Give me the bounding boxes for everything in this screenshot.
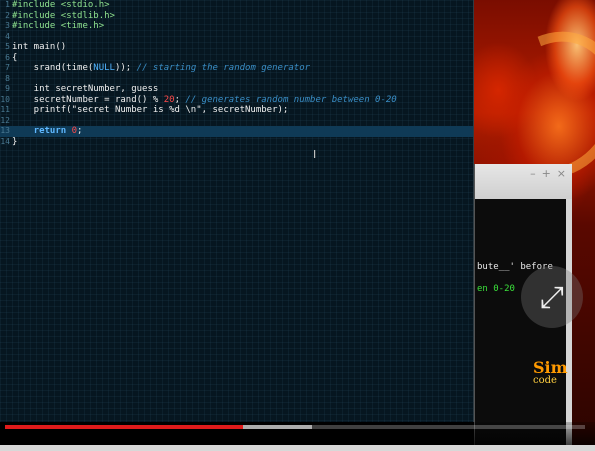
code-text: secretNumber = rand() % 20; // generates… — [12, 95, 397, 106]
code-line[interactable]: 11 printf("secret Number is %d \n", secr… — [0, 105, 473, 116]
video-played — [5, 425, 243, 429]
code-line[interactable]: 10 secretNumber = rand() % 20; // genera… — [0, 95, 473, 106]
video-progress-bar[interactable] — [5, 425, 585, 429]
code-line[interactable]: 13 return 0; — [0, 126, 473, 137]
code-text: int main() — [12, 42, 66, 53]
maximize-icon[interactable]: + — [542, 167, 551, 180]
code-token: NULL — [93, 63, 115, 73]
code-token: 20 — [163, 94, 175, 105]
code-token: srand(time( — [12, 63, 94, 73]
code-token: int main() — [12, 42, 67, 52]
terminal-scrollbar[interactable] — [566, 199, 572, 451]
code-text: srand(time(NULL)); // starting the rando… — [12, 63, 310, 74]
code-line[interactable]: 5 int main() — [0, 42, 473, 53]
code-line[interactable]: 12 — [0, 116, 473, 127]
code-token: ; — [77, 126, 83, 136]
code-text: #include <time.h> — [12, 21, 104, 32]
code-token: ; — [174, 94, 186, 105]
code-token: #include — [12, 10, 56, 21]
code-line[interactable]: 3 #include <time.h> — [0, 21, 473, 32]
code-token: <stdlib.h> — [55, 10, 115, 21]
code-line[interactable]: 4 — [0, 32, 473, 43]
line-number: 11 — [0, 105, 10, 114]
line-number: 14 — [0, 136, 10, 146]
code-token: return — [12, 126, 72, 136]
line-number: 10 — [0, 94, 10, 104]
text-cursor-icon: I — [313, 148, 317, 161]
code-line[interactable]: 9 int secretNumber, guess — [0, 84, 473, 95]
line-number: 8 — [5, 73, 10, 83]
terminal-window-buttons: – + × — [530, 167, 566, 180]
code-token: secretNumber = rand() % — [12, 94, 164, 105]
code-token: <time.h> — [55, 21, 105, 31]
code-token: int secretNumber, guess — [12, 84, 159, 94]
code-editor[interactable]: 1 #include <stdio.h> 2 #include <stdlib.h> 3… — [0, 0, 474, 422]
line-number: 6 — [5, 52, 10, 62]
code-line[interactable]: 7 srand(time(NULL)); // starting the ran… — [0, 63, 473, 74]
player-control-strip[interactable] — [0, 445, 595, 451]
code-token: )); — [114, 63, 137, 73]
code-token: printf("secret Number is %d \n", secretN… — [12, 105, 289, 115]
logo-text-bottom: code — [533, 375, 557, 386]
terminal-output-line: en 0-20 — [477, 284, 515, 294]
code-text: #include <stdio.h> — [12, 0, 110, 11]
line-number: 5 — [5, 42, 10, 51]
code-text: int secretNumber, guess — [12, 84, 159, 95]
line-number: 13 — [0, 126, 10, 135]
pip-glyph: ⤢ — [540, 279, 564, 315]
code-text: } — [12, 137, 17, 148]
code-token: } — [12, 136, 18, 147]
line-number: 4 — [5, 31, 10, 41]
code-token: { — [12, 52, 18, 63]
code-line[interactable]: 8 — [0, 74, 473, 85]
picture-in-picture-icon[interactable]: ⤢ — [521, 266, 583, 328]
line-number: 9 — [5, 84, 10, 93]
close-icon[interactable]: × — [557, 167, 566, 180]
code-line[interactable]: 6{ — [0, 53, 473, 64]
code-area[interactable]: 1 #include <stdio.h> 2 #include <stdlib.h> 3… — [0, 0, 473, 147]
code-token: #include — [12, 21, 56, 31]
code-line[interactable]: 14} — [0, 137, 473, 148]
terminal-titlebar[interactable]: – + × — [475, 164, 572, 199]
code-text: { — [12, 53, 17, 64]
code-text: printf("secret Number is %d \n", secretN… — [12, 105, 289, 116]
code-line[interactable]: 2 #include <stdlib.h> — [0, 11, 473, 22]
code-text: return 0; — [12, 126, 83, 137]
code-text: #include <stdlib.h> — [12, 11, 115, 22]
channel-logo: Sim code — [533, 360, 579, 404]
code-token: #include — [12, 0, 56, 10]
code-token: <stdio.h> — [55, 0, 110, 10]
logo-text-top: Sim — [533, 358, 568, 377]
line-number: 12 — [0, 115, 10, 125]
minimize-icon[interactable]: – — [530, 167, 536, 180]
line-number: 3 — [5, 21, 10, 30]
line-number: 2 — [5, 10, 10, 20]
code-token: // starting the random generator — [136, 63, 311, 73]
line-number: 1 — [5, 0, 10, 9]
line-number: 7 — [5, 63, 10, 72]
code-token: // generates random number between 0-20 — [185, 94, 397, 105]
code-line[interactable]: 1 #include <stdio.h> — [0, 0, 473, 11]
